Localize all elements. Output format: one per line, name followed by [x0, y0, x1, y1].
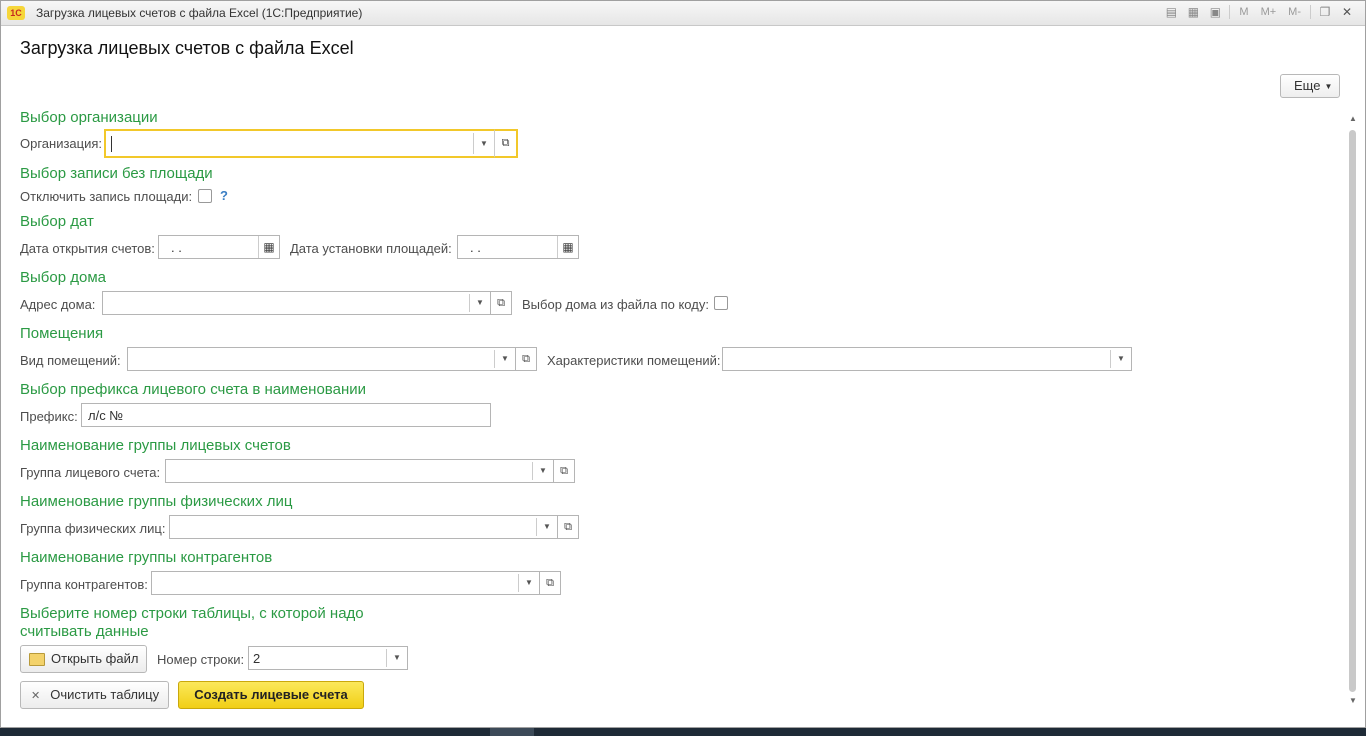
house-address-label: Адрес дома: — [20, 297, 96, 312]
clear-table-button[interactable]: ✕ Очистить таблицу — [20, 681, 169, 709]
scroll-up-icon[interactable]: ▲ — [1347, 114, 1359, 124]
calendar-icon[interactable]: ▦ — [557, 236, 578, 258]
chevron-down-icon[interactable]: ▼ — [473, 133, 494, 154]
scrollbar-thumb[interactable] — [1349, 130, 1356, 692]
group-title-prefix: Выбор префикса лицевого счета в наименов… — [20, 381, 366, 398]
calendar-icon[interactable]: ▦ — [258, 236, 279, 258]
group-title-rooms: Помещения — [20, 325, 104, 342]
house-address-input[interactable]: ▼ — [102, 291, 491, 315]
organization-label: Организация: — [20, 136, 103, 151]
open-window-icon[interactable]: ⧉ — [539, 571, 561, 595]
more-button-label: Еще — [1294, 78, 1321, 93]
group-title-row-line1: Выберите номер строки таблицы, с которой… — [20, 605, 364, 622]
area-date-input[interactable]: . . ▦ — [457, 235, 579, 259]
help-icon[interactable]: ? — [220, 188, 228, 203]
group-title-persons: Наименование группы физических лиц — [20, 493, 293, 510]
vertical-scrollbar[interactable]: ▲ ▼ — [1347, 114, 1359, 708]
spreadsheet-icon[interactable]: ▦ — [1185, 4, 1201, 20]
disable-area-label: Отключить запись площади: — [20, 189, 193, 204]
open-file-label: Открыть файл — [51, 651, 139, 666]
group-title-organization: Выбор организации — [20, 109, 158, 126]
open-date-value: . . — [171, 240, 182, 255]
room-chars-input[interactable]: ▼ — [722, 347, 1132, 371]
area-date-value: . . — [470, 240, 481, 255]
chevron-down-icon[interactable]: ▼ — [518, 574, 539, 592]
open-date-input[interactable]: . . ▦ — [158, 235, 280, 259]
group-title-area: Выбор записи без площади — [20, 165, 213, 182]
memory-minus-button[interactable]: M- — [1285, 6, 1304, 18]
open-window-icon[interactable]: ⧉ — [494, 129, 518, 158]
folder-icon — [29, 653, 45, 667]
chevron-down-icon[interactable]: ▼ — [532, 462, 553, 480]
app-logo-icon: 1С — [7, 6, 25, 20]
person-group-input[interactable]: ▼ — [169, 515, 558, 539]
calendar-icon[interactable]: ▣ — [1207, 4, 1223, 20]
disable-area-checkbox[interactable] — [198, 189, 212, 203]
group-title-dates: Выбор дат — [20, 213, 94, 230]
group-title-contractors: Наименование группы контрагентов — [20, 549, 273, 566]
area-date-label: Дата установки площадей: — [290, 241, 452, 256]
scroll-down-icon[interactable]: ▼ — [1347, 696, 1359, 706]
chevron-down-icon[interactable]: ▼ — [386, 649, 407, 667]
open-window-icon[interactable]: ⧉ — [553, 459, 575, 483]
house-by-code-label: Выбор дома из файла по коду: — [522, 297, 709, 312]
prefix-value: л/с № — [88, 408, 124, 423]
restore-icon[interactable]: ❐ — [1317, 4, 1333, 20]
form-title: Загрузка лицевых счетов с файла Excel — [20, 38, 354, 58]
chevron-down-icon[interactable]: ▼ — [536, 518, 557, 536]
room-type-input[interactable]: ▼ — [127, 347, 516, 371]
contractor-group-input[interactable]: ▼ — [151, 571, 540, 595]
chevron-down-icon[interactable]: ▼ — [494, 350, 515, 368]
house-by-code-checkbox[interactable] — [714, 296, 728, 310]
account-group-input[interactable]: ▼ — [165, 459, 554, 483]
chevron-down-icon: ▼ — [1324, 81, 1333, 91]
create-accounts-button[interactable]: Создать лицевые счета — [178, 681, 364, 709]
taskbar — [0, 728, 1366, 736]
chevron-down-icon[interactable]: ▼ — [469, 294, 490, 312]
row-number-value: 2 — [253, 651, 261, 666]
title-bar-tools: ▤ ▦ ▣ M M+ M- ❐ ✕ — [1163, 4, 1355, 20]
memory-button[interactable]: M — [1236, 6, 1251, 18]
open-date-label: Дата открытия счетов: — [20, 241, 155, 256]
row-number-label: Номер строки: — [157, 652, 245, 667]
title-bar: 1С Загрузка лицевых счетов с файла Excel… — [1, 1, 1365, 26]
open-window-icon[interactable]: ⧉ — [515, 347, 537, 371]
person-group-label: Группа физических лиц: — [20, 521, 166, 536]
memory-plus-button[interactable]: M+ — [1258, 6, 1280, 18]
separator — [1310, 5, 1311, 19]
open-file-button[interactable]: Открыть файл — [20, 645, 147, 673]
prefix-input[interactable]: л/с № — [81, 403, 491, 427]
prefix-label: Префикс: — [20, 409, 78, 424]
open-window-icon[interactable]: ⧉ — [557, 515, 579, 539]
group-title-accounts: Наименование группы лицевых счетов — [20, 437, 291, 454]
separator — [1229, 5, 1231, 19]
text-caret — [111, 136, 112, 152]
group-title-house: Выбор дома — [20, 269, 106, 286]
room-chars-label: Характеристики помещений: — [547, 353, 721, 368]
contractor-group-label: Группа контрагентов: — [20, 577, 148, 592]
account-group-label: Группа лицевого счета: — [20, 465, 161, 480]
main-window: 1С Загрузка лицевых счетов с файла Excel… — [0, 0, 1366, 728]
clear-table-label: Очистить таблицу — [50, 687, 160, 702]
organization-input[interactable]: ▼ — [104, 129, 496, 158]
taskbar-active-item[interactable] — [490, 728, 534, 736]
row-number-input[interactable]: 2 ▼ — [248, 646, 408, 670]
more-button[interactable]: Еще ▼ — [1280, 74, 1340, 98]
window-title: Загрузка лицевых счетов с файла Excel (1… — [36, 6, 363, 20]
close-icon[interactable]: ✕ — [1339, 4, 1355, 20]
close-icon: ✕ — [31, 690, 41, 702]
open-window-icon[interactable]: ⧉ — [490, 291, 512, 315]
group-title-row-line2: считывать данные — [20, 623, 149, 640]
document-icon[interactable]: ▤ — [1163, 4, 1179, 20]
chevron-down-icon[interactable]: ▼ — [1110, 350, 1131, 368]
room-type-label: Вид помещений: — [20, 353, 121, 368]
